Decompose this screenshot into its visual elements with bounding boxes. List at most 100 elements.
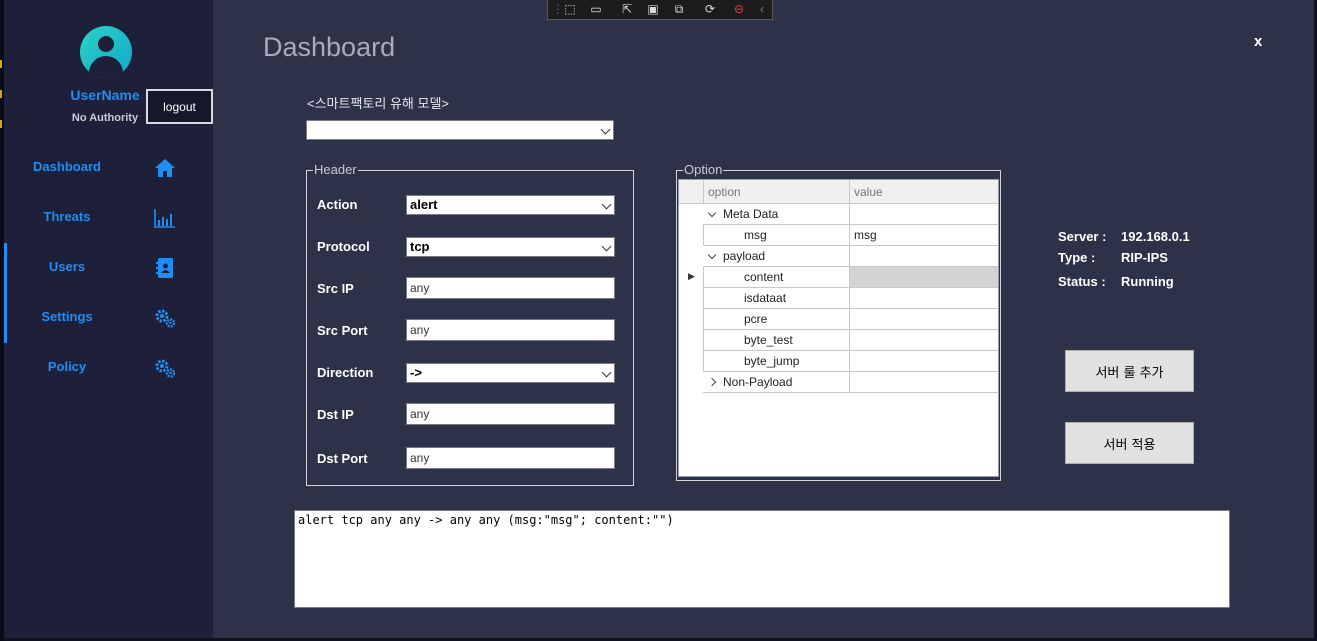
collapse-icon[interactable]: ‹	[754, 2, 770, 17]
type-label: Type :	[1058, 250, 1096, 265]
tree-node-value[interactable]	[850, 372, 998, 393]
chevron-down-icon	[601, 241, 612, 252]
direction-label: Direction	[317, 365, 374, 380]
track-focus-icon[interactable]: ⧉	[671, 2, 687, 17]
sidebar-item-label: Users	[48, 259, 86, 274]
rule-text-area[interactable]: alert tcp any any -> any any (msg:"msg";…	[294, 510, 1230, 608]
type-value: RIP-IPS	[1121, 250, 1168, 265]
hot-reload-icon[interactable]: ⟳	[702, 2, 718, 17]
sidebar: UserName No Authority logout Dashboard T…	[4, 0, 213, 638]
model-select[interactable]	[306, 120, 614, 140]
tree-node-value[interactable]	[850, 330, 998, 351]
address-book-icon	[156, 258, 173, 278]
direction-value: ->	[410, 365, 422, 380]
chevron-down-icon[interactable]	[707, 208, 717, 218]
bar-chart-icon	[154, 209, 175, 228]
tree-node-value[interactable]	[850, 204, 998, 225]
debug-toolbar: ⋮ ⬚ ▭ ⇱ ▣ ⧉ ⟳ ⊖ ‹	[547, 0, 773, 20]
src-ip-input[interactable]: any	[406, 277, 615, 299]
protocol-label: Protocol	[317, 239, 370, 254]
grip-icon: ⋮	[552, 2, 564, 16]
sidebar-item-users[interactable]: Users	[4, 248, 213, 288]
tree-row-content[interactable]: ▶ content	[679, 267, 998, 288]
sidebar-item-threats[interactable]: Threats	[4, 198, 213, 238]
chevron-down-icon	[600, 124, 611, 135]
model-label: <스마트팩토리 유해 모델>	[307, 96, 450, 111]
chevron-right-icon[interactable]	[707, 377, 717, 387]
tree-node-value[interactable]	[850, 351, 998, 372]
dst-ip-label: Dst IP	[317, 407, 354, 422]
row-selector-icon: ▶	[688, 271, 695, 281]
sidebar-item-policy[interactable]: Policy	[4, 348, 213, 388]
tree-row-byte-jump[interactable]: byte_jump	[679, 351, 998, 372]
page-title: Dashboard	[263, 32, 396, 62]
sidebar-item-label: Settings	[41, 309, 93, 324]
chevron-down-icon	[601, 367, 612, 378]
tree-node-value[interactable]: msg	[850, 225, 998, 246]
stop-icon[interactable]: ⊖	[731, 2, 747, 17]
add-server-rule-button[interactable]: 서버 룰 추가	[1065, 350, 1194, 392]
sidebar-item-label: Dashboard	[33, 159, 101, 174]
column-header-option: option	[703, 180, 850, 204]
direction-select[interactable]: ->	[406, 363, 615, 383]
grid-header: option value	[679, 180, 998, 204]
home-icon	[155, 159, 175, 177]
sidebar-item-label: Policy	[47, 359, 87, 374]
tree-node-label: byte_test	[744, 333, 793, 347]
tree-node-value[interactable]	[850, 288, 998, 309]
action-label: Action	[317, 197, 358, 212]
tree-row-meta-data[interactable]: Meta Data	[679, 204, 998, 225]
tree-node-label: isdataat	[744, 291, 787, 305]
tree-row-isdataat[interactable]: isdataat	[679, 288, 998, 309]
camera-icon[interactable]: ▭	[588, 2, 604, 17]
tree-row-non-payload[interactable]: Non-Payload	[679, 372, 998, 393]
tree-node-value[interactable]	[850, 246, 998, 267]
option-legend: Option	[683, 162, 724, 177]
src-port-label: Src Port	[317, 323, 368, 338]
src-port-input[interactable]: any	[406, 319, 615, 341]
header-legend: Header	[313, 162, 358, 177]
sidebar-item-label: Threats	[43, 209, 91, 224]
tree-node-label: Non-Payload	[723, 375, 793, 389]
tree-node-label: msg	[744, 228, 767, 242]
dst-port-label: Dst Port	[317, 451, 368, 466]
user-avatar-icon	[80, 26, 132, 78]
tree-row-payload[interactable]: payload	[679, 246, 998, 267]
protocol-value: tcp	[410, 239, 430, 254]
sidebar-item-settings[interactable]: Settings	[4, 298, 213, 338]
option-tree-grid[interactable]: option value Meta Data msg msg payload ▶…	[678, 179, 999, 477]
tree-row-msg[interactable]: msg msg	[679, 225, 998, 246]
nav-active-indicator	[4, 243, 7, 343]
protocol-select[interactable]: tcp	[406, 237, 615, 257]
tree-row-byte-test[interactable]: byte_test	[679, 330, 998, 351]
tree-node-label: payload	[723, 249, 766, 263]
server-value: 192.168.0.1	[1121, 229, 1190, 244]
logout-button[interactable]: logout	[146, 89, 213, 124]
pointer-select-icon[interactable]: ⇱	[619, 2, 635, 17]
action-value: alert	[410, 197, 438, 212]
gears-icon	[155, 359, 176, 378]
dst-ip-input[interactable]: any	[406, 403, 615, 425]
status-label: Status :	[1058, 274, 1106, 289]
select-element-icon[interactable]: ⬚	[562, 2, 578, 17]
tree-node-value[interactable]	[850, 267, 998, 288]
tree-row-pcre[interactable]: pcre	[679, 309, 998, 330]
column-header-value: value	[854, 185, 883, 199]
tree-node-label: content	[744, 270, 784, 284]
action-select[interactable]: alert	[406, 195, 615, 215]
layout-adorner-icon[interactable]: ▣	[645, 2, 661, 17]
gears-icon	[155, 309, 176, 328]
dst-port-input[interactable]: any	[406, 447, 615, 469]
tree-node-label: pcre	[744, 312, 768, 326]
tree-node-label: byte_jump	[744, 354, 800, 368]
main-panel: Dashboard x <스마트팩토리 유해 모델> Header Action…	[213, 0, 1314, 638]
sidebar-item-dashboard[interactable]: Dashboard	[4, 148, 213, 188]
tree-node-label: Meta Data	[723, 207, 779, 221]
tree-node-value[interactable]	[850, 309, 998, 330]
chevron-down-icon[interactable]	[707, 250, 717, 260]
apply-server-button[interactable]: 서버 적용	[1065, 422, 1194, 464]
status-value: Running	[1121, 274, 1174, 289]
close-button[interactable]: x	[1254, 33, 1262, 50]
chevron-down-icon	[601, 199, 612, 210]
src-ip-label: Src IP	[317, 281, 354, 296]
